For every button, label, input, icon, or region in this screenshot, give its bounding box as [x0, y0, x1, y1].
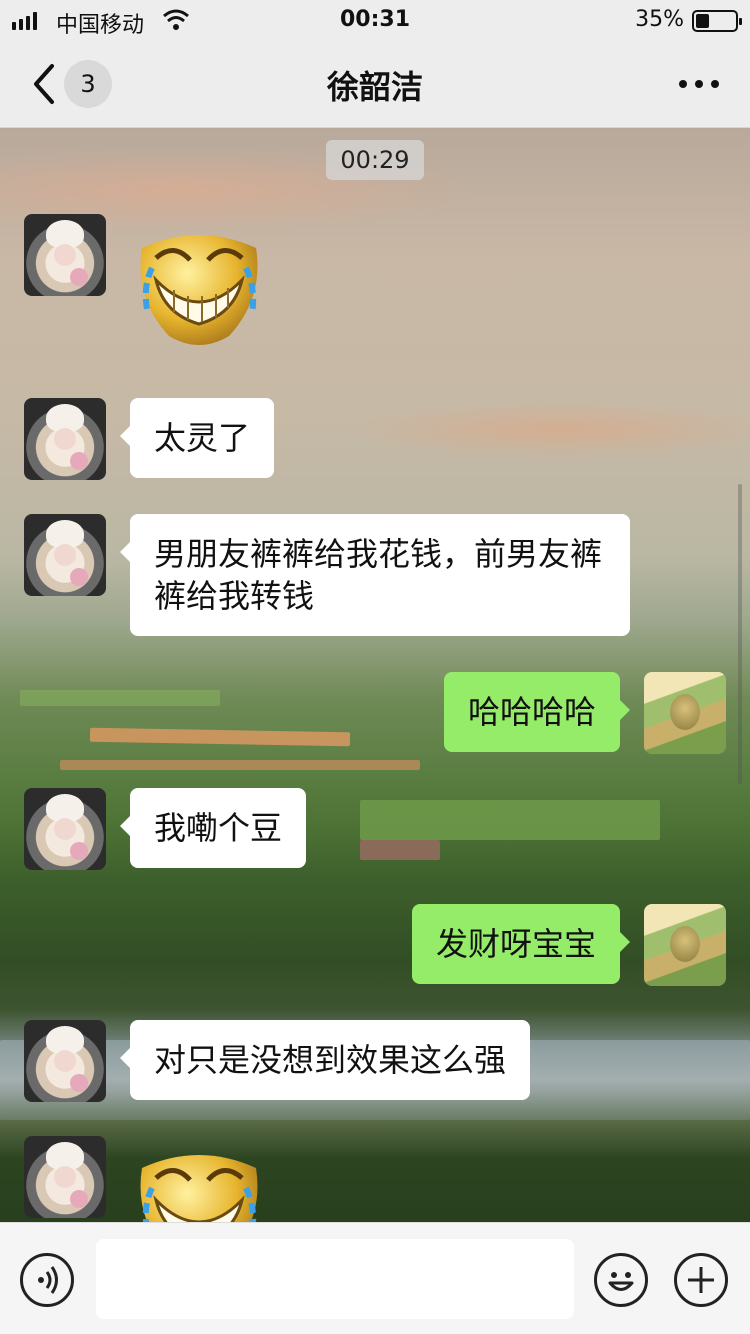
message-bubble-right[interactable]: 哈哈哈哈: [443, 672, 631, 752]
plus-button[interactable]: [674, 1253, 728, 1307]
my-avatar[interactable]: [644, 672, 726, 754]
page-title: 徐韶洁: [326, 68, 423, 106]
input-bar: [0, 1222, 750, 1334]
contact-avatar[interactable]: [24, 214, 106, 296]
contact-avatar[interactable]: [24, 514, 106, 596]
battery-percent: 35%: [635, 7, 684, 32]
emoji-button[interactable]: [594, 1253, 648, 1307]
message-bubble-right[interactable]: 发财呀宝宝: [411, 904, 631, 984]
crying-laughing-sticker-icon[interactable]: [134, 228, 264, 358]
message-bubble-left[interactable]: 对只是没想到效果这么强: [119, 1020, 531, 1100]
plus-icon: [688, 1267, 714, 1293]
contact-avatar[interactable]: [24, 398, 106, 480]
more-icon[interactable]: [676, 70, 722, 98]
scroll-indicator[interactable]: [738, 484, 742, 784]
contact-avatar[interactable]: [24, 1020, 106, 1102]
battery-icon: [692, 10, 742, 32]
contact-avatar[interactable]: [24, 788, 106, 870]
message-bubble-left[interactable]: 太灵了: [119, 398, 275, 478]
nav-bar: 3 徐韶洁: [0, 40, 750, 128]
message-bubble-left[interactable]: 我嘞个豆: [119, 788, 307, 868]
my-avatar[interactable]: [644, 904, 726, 986]
contact-avatar[interactable]: [24, 1136, 106, 1218]
chat-area[interactable]: 00:29 太灵了 男朋友裤裤给我花钱，前男友裤裤给我转钱 哈哈哈哈 我嘞个豆 …: [0, 128, 750, 1222]
voice-icon: [38, 1266, 58, 1294]
crying-laughing-sticker-icon[interactable]: [134, 1148, 264, 1222]
battery-fill: [696, 14, 709, 28]
chat-timestamp: 00:29: [326, 140, 424, 180]
status-bar: 中国移动 00:31 35%: [0, 0, 750, 40]
message-bubble-left[interactable]: 男朋友裤裤给我花钱，前男友裤裤给我转钱: [120, 514, 630, 636]
voice-button[interactable]: [20, 1253, 74, 1307]
emoji-icon: [608, 1272, 634, 1291]
message-input[interactable]: [96, 1239, 574, 1319]
